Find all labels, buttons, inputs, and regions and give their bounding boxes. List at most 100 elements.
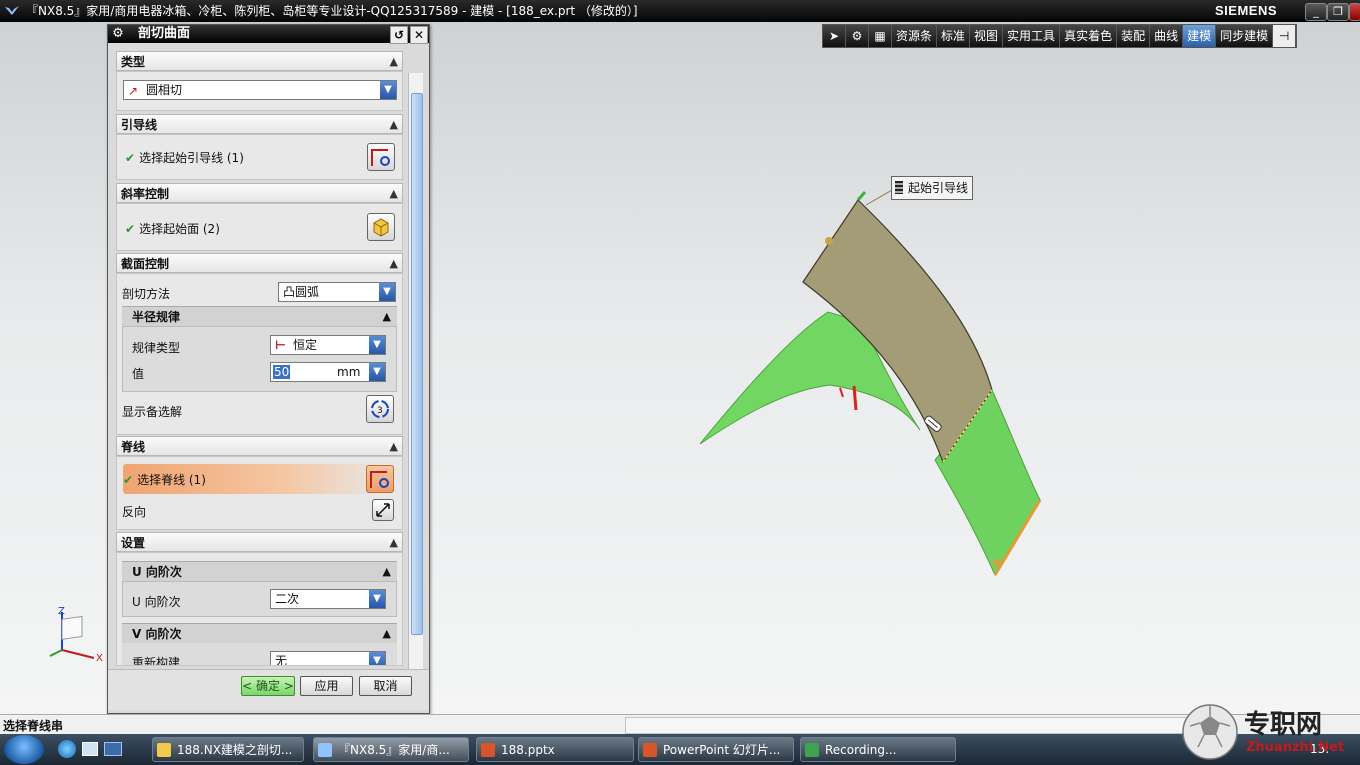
group-section-header[interactable]: 截面控制 ▲ — [116, 253, 403, 273]
tab-modeling[interactable]: 建模 — [1183, 25, 1217, 47]
tab-assembly[interactable]: 装配 — [1117, 25, 1151, 47]
tab-sync-modeling[interactable]: 同步建模 — [1216, 25, 1274, 47]
radius-value[interactable]: 50 — [273, 365, 291, 379]
group-type-header[interactable]: 类型 ▲ — [116, 51, 403, 71]
collapse-icon[interactable]: ▲ — [390, 115, 398, 135]
rebuild-dropdown[interactable]: 无 ▼ — [270, 651, 386, 665]
scrollbar-thumb[interactable] — [411, 93, 423, 635]
status-prompt: 选择脊线串 — [3, 719, 64, 733]
chevron-down-icon[interactable]: ▼ — [380, 81, 396, 99]
collapse-icon[interactable]: ▲ — [390, 184, 398, 204]
show-desktop-icon[interactable] — [82, 742, 98, 756]
group-slope-header[interactable]: 斜率控制 ▲ — [116, 183, 403, 203]
collapse-icon[interactable]: ▲ — [383, 562, 391, 582]
ribbon-toolbar: ➤ ⚙ ▦ 资源条 标准 视图 实用工具 真实着色 装配 曲线 建模 同步建模 … — [822, 24, 1298, 48]
minimize-icon[interactable]: _ — [1305, 3, 1327, 21]
watermark-text: 专职网 — [1244, 710, 1323, 740]
tab-resource-bar[interactable]: 资源条 — [892, 25, 938, 47]
edge-green — [856, 191, 867, 201]
chevron-down-icon[interactable]: ▼ — [369, 336, 385, 354]
chevron-down-icon[interactable]: ▼ — [369, 590, 385, 608]
gear-icon[interactable]: ⚙ — [846, 25, 869, 47]
ie-icon[interactable] — [58, 740, 76, 758]
tab-view[interactable]: 视图 — [970, 25, 1004, 47]
group-spine-header[interactable]: 脊线 ▲ — [116, 436, 403, 456]
section-method-label: 剖切方法 — [122, 287, 171, 301]
select-start-guide[interactable]: ✔ 选择起始引导线 (1) — [125, 149, 244, 166]
u-degree-label: U 向阶次 — [132, 595, 181, 609]
group-settings-header[interactable]: 设置 ▲ — [116, 532, 403, 552]
dialog-scrollbar[interactable] — [408, 73, 423, 669]
tab-utilities[interactable]: 实用工具 — [1003, 25, 1061, 47]
circle-tangent-icon: ↗ — [128, 84, 139, 98]
u-degree-header[interactable]: U 向阶次 ▲ — [122, 561, 397, 581]
tab-curve[interactable]: 曲线 — [1150, 25, 1184, 47]
check-icon: ✔ — [125, 151, 136, 165]
law-type-label: 规律类型 — [132, 341, 181, 355]
task-folder[interactable]: 188.NX建模之剖切... — [152, 737, 304, 762]
reverse-direction-icon[interactable] — [372, 499, 394, 521]
section-method-dropdown[interactable]: 凸圆弧 ▼ — [278, 282, 396, 302]
group-section-label: 截面控制 — [121, 257, 170, 271]
select-spine-curve-icon[interactable] — [366, 465, 394, 493]
arrow-down-icon[interactable]: ▼ — [369, 363, 385, 381]
soccer-ball-logo-icon — [1182, 704, 1238, 760]
group-guide-label: 引导线 — [121, 118, 158, 132]
law-type-dropdown[interactable]: ⊢ 恒定 ▼ — [270, 335, 386, 355]
nx-task-icon — [318, 743, 332, 757]
task-nx[interactable]: 『NX8.5』家用/商... — [313, 737, 469, 762]
dialog-title-bar: ⚙ 剖切曲面 ↺ ✕ — [108, 25, 429, 44]
cycle-solutions-icon[interactable]: 3 — [366, 395, 394, 423]
radius-value-field[interactable]: 50 mm ▼ — [270, 362, 386, 382]
toolbar-options-icon[interactable]: ⊣ — [1273, 25, 1297, 47]
task-slideshow[interactable]: PowerPoint 幻灯片... — [638, 737, 794, 762]
triad-x-label: X — [96, 653, 103, 664]
collapse-icon[interactable]: ▲ — [390, 533, 398, 553]
rebuild-value: 无 — [275, 654, 288, 665]
chevron-down-icon[interactable]: ▼ — [369, 652, 385, 665]
u-degree-dropdown[interactable]: 二次 ▼ — [270, 589, 386, 609]
tab-true-shading[interactable]: 真实着色 — [1060, 25, 1118, 47]
task-recording-label: Recording... — [825, 743, 897, 757]
screen-icon[interactable] — [104, 742, 122, 756]
task-recording[interactable]: Recording... — [800, 737, 956, 762]
collapse-icon[interactable]: ▲ — [390, 254, 398, 274]
grid-icon[interactable]: ▦ — [869, 25, 892, 47]
dialog-gear-icon[interactable]: ⚙ — [110, 26, 126, 42]
direction-marker-2 — [839, 387, 844, 398]
select-spine[interactable]: ✔ 选择脊线 (1) — [123, 471, 206, 488]
reset-icon[interactable]: ↺ — [390, 26, 408, 44]
watermark-url: Zhuanzhi.Net — [1246, 740, 1345, 755]
nx-icon[interactable]: ➤ — [823, 25, 846, 47]
guide-callout: 起始引导线 — [891, 176, 974, 200]
check-icon: ✔ — [125, 222, 136, 236]
v-degree-header[interactable]: V 向阶次 ▲ — [122, 623, 397, 643]
radius-law-header[interactable]: 半径规律 ▲ — [122, 306, 397, 326]
close-window-icon[interactable] — [1349, 3, 1360, 21]
dialog-close-icon[interactable]: ✕ — [410, 26, 428, 44]
select-start-face[interactable]: ✔ 选择起始面 (2) — [125, 220, 220, 237]
ok-button[interactable]: < 确定 > — [241, 676, 295, 696]
collapse-icon[interactable]: ▲ — [390, 437, 398, 457]
check-icon: ✔ — [123, 473, 134, 487]
apply-button[interactable]: 应用 — [300, 676, 353, 696]
select-curve-icon[interactable] — [367, 143, 395, 171]
collapse-icon[interactable]: ▲ — [383, 624, 391, 644]
select-spine-row[interactable]: ✔ 选择脊线 (1) — [123, 464, 393, 494]
end-handle[interactable] — [993, 559, 1001, 567]
start-button-icon[interactable] — [4, 735, 44, 764]
guide-handle[interactable] — [825, 237, 833, 245]
collapse-icon[interactable]: ▲ — [390, 52, 398, 72]
collapse-icon[interactable]: ▲ — [383, 307, 391, 327]
tab-standard[interactable]: 标准 — [937, 25, 971, 47]
coordinate-triad — [49, 612, 95, 659]
select-face-icon[interactable] — [367, 213, 395, 241]
section-method-value: 凸圆弧 — [283, 285, 320, 299]
chevron-down-icon[interactable]: ▼ — [379, 283, 395, 301]
restore-icon[interactable]: ❐ — [1327, 3, 1349, 21]
task-pptx[interactable]: 188.pptx — [476, 737, 634, 762]
law-constant-icon: ⊢ — [275, 338, 286, 352]
group-guide-header[interactable]: 引导线 ▲ — [116, 114, 403, 134]
cancel-button[interactable]: 取消 — [359, 676, 412, 696]
type-dropdown[interactable]: ↗ 圆相切 ▼ — [123, 80, 397, 100]
